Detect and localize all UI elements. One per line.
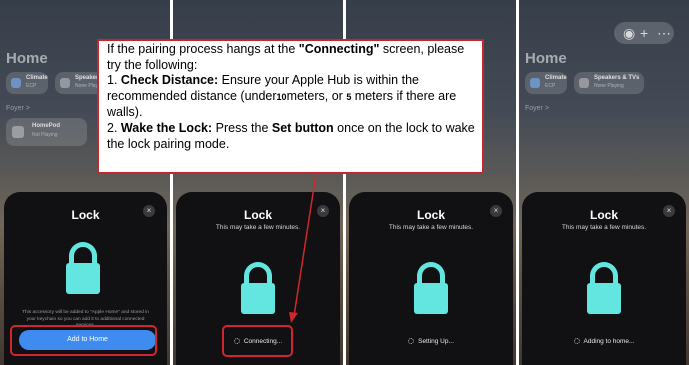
instruction-callout: If the pairing process hangs at the "Con… <box>97 39 484 174</box>
